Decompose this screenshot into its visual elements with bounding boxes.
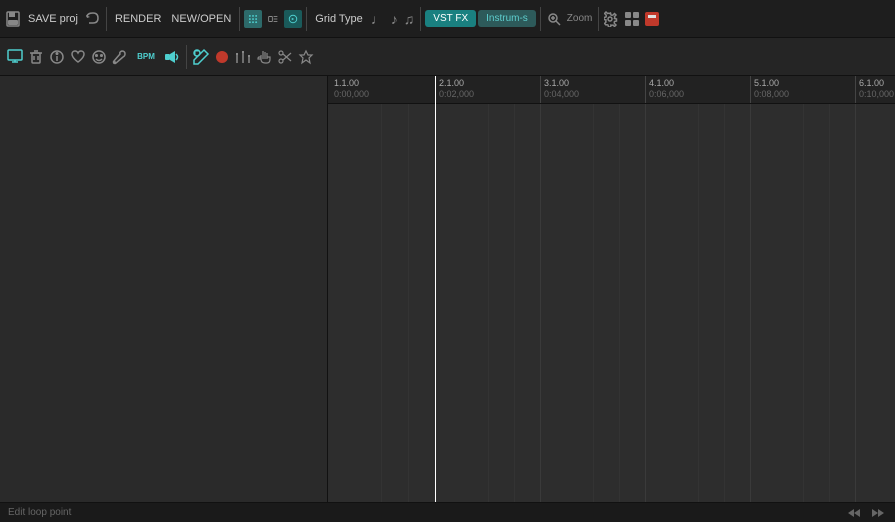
grid-line — [698, 104, 699, 502]
loop-button[interactable] — [284, 10, 302, 28]
fast-forward-icon[interactable] — [869, 504, 887, 522]
playhead[interactable] — [435, 76, 436, 502]
grid-line — [619, 104, 620, 502]
mixer-icon[interactable] — [234, 48, 252, 66]
grid-line — [829, 104, 830, 502]
ruler-mark-5: 5.1.00 0:08,000 — [752, 76, 789, 103]
ruler-mark-6: 6.1.00 0:10,000 — [857, 76, 894, 103]
top-toolbar: SAVE proj RENDER NEW/OPEN — [0, 0, 895, 38]
info-icon[interactable] — [48, 48, 66, 66]
zoom-icon[interactable] — [545, 10, 563, 28]
sep7 — [186, 45, 187, 69]
save-button[interactable]: SAVE proj — [24, 11, 82, 27]
new-open-button[interactable]: NEW/OPEN — [167, 11, 235, 27]
grid-type-label: Grid Type — [311, 11, 367, 27]
zoom-label: Zoom — [565, 13, 595, 24]
scissors-tool-icon[interactable] — [276, 48, 294, 66]
vst-fx-button[interactable]: VST FX — [425, 10, 476, 27]
wrench-icon[interactable] — [111, 48, 129, 66]
sep6 — [598, 7, 599, 31]
timeline-ruler[interactable]: 1.1.00 0:00,000 2.1.00 0:02,000 3.1.00 0… — [328, 76, 895, 104]
grid-line — [514, 104, 515, 502]
second-toolbar: BPM — [0, 38, 895, 76]
rewind-icon[interactable] — [845, 504, 863, 522]
grid-dots-button[interactable] — [244, 10, 262, 28]
ruler-mark-2: 2.1.00 0:02,000 — [437, 76, 474, 103]
bpm-icon[interactable]: BPM — [132, 48, 160, 66]
status-text: Edit loop point — [8, 507, 71, 518]
grid-line — [645, 104, 646, 502]
smiley-icon[interactable] — [90, 48, 108, 66]
multi-tool-icon[interactable] — [297, 48, 315, 66]
arrangement-panel[interactable]: 1.1.00 0:00,000 2.1.00 0:02,000 3.1.00 0… — [328, 76, 895, 502]
grid-line — [855, 104, 856, 502]
ruler-mark-3: 3.1.00 0:04,000 — [542, 76, 579, 103]
status-bar: Edit loop point — [0, 502, 895, 522]
speaker-icon[interactable] — [163, 48, 181, 66]
timeline-area: 1.1.00 0:00,000 2.1.00 0:02,000 3.1.00 0… — [0, 76, 895, 502]
grid-line — [381, 104, 382, 502]
hand-tool-icon[interactable] — [255, 48, 273, 66]
undo-icon[interactable] — [84, 10, 102, 28]
track-list-panel — [0, 76, 328, 502]
instruments-button[interactable]: Instrum-s — [478, 10, 536, 27]
app-grid-icon[interactable] — [623, 10, 641, 28]
grid-line — [750, 104, 751, 502]
record-dot-icon[interactable] — [213, 48, 231, 66]
sep4 — [420, 7, 421, 31]
sep1 — [106, 7, 107, 31]
delete-icon[interactable] — [27, 48, 45, 66]
grid-area[interactable] — [328, 104, 895, 502]
sep2 — [239, 7, 240, 31]
grid-line — [803, 104, 804, 502]
grid-line — [408, 104, 409, 502]
heart-icon[interactable] — [69, 48, 87, 66]
note-eighth-icon[interactable]: ♪ — [389, 11, 400, 27]
render-button[interactable]: RENDER — [111, 11, 165, 27]
draw-tool-icon[interactable] — [192, 48, 210, 66]
grid-line — [488, 104, 489, 502]
save-icon[interactable] — [4, 10, 22, 28]
note-sixteenth-icon[interactable]: ♫ — [402, 11, 417, 27]
ruler-mark-1: 1.1.00 0:00,000 — [332, 76, 369, 103]
monitor-icon[interactable] — [6, 48, 24, 66]
ruler-mark-4: 4.1.00 0:06,000 — [647, 76, 684, 103]
note-quarter-icon[interactable]: ♩ — [369, 11, 387, 27]
record-icon[interactable] — [643, 10, 661, 28]
grid-line — [540, 104, 541, 502]
sep5 — [540, 7, 541, 31]
grid-snap-button[interactable] — [264, 10, 282, 28]
grid-line — [593, 104, 594, 502]
sep3 — [306, 7, 307, 31]
grid-line — [724, 104, 725, 502]
settings-icon[interactable] — [603, 10, 621, 28]
